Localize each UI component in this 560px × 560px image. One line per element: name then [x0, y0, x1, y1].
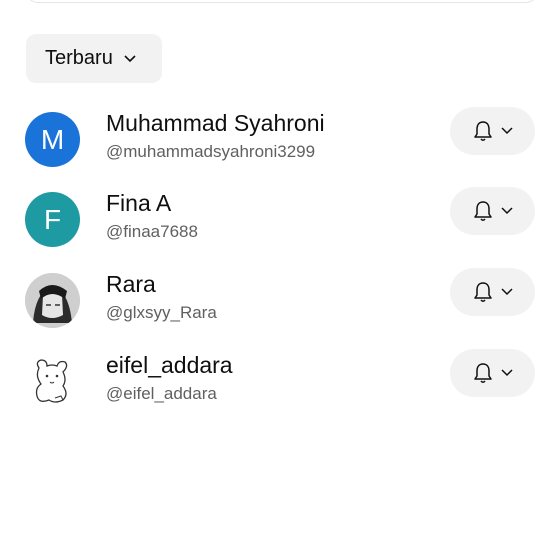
bell-icon [473, 121, 492, 141]
channel-row[interactable]: eifel_addara @eifel_addara [0, 349, 560, 432]
avatar-photo [25, 273, 80, 328]
avatar[interactable]: F [25, 192, 80, 247]
channel-name[interactable]: Rara [106, 271, 156, 298]
chevron-down-icon [124, 54, 136, 62]
sort-dropdown[interactable]: Terbaru [26, 34, 162, 83]
search-bar-edge[interactable] [26, 0, 538, 3]
sort-label: Terbaru [45, 47, 113, 69]
subscriptions-page: Terbaru M Muhammad Syahroni @muhammadsya… [0, 0, 560, 560]
channel-handle: @muhammadsyahroni3299 [106, 142, 316, 161]
notification-button[interactable] [450, 107, 535, 155]
chevron-down-icon [500, 207, 513, 215]
channel-name[interactable]: Fina A [106, 190, 171, 217]
chevron-down-icon [500, 369, 513, 377]
channel-name[interactable]: eifel_addara [106, 352, 233, 379]
notification-button[interactable] [450, 268, 535, 316]
chevron-down-icon [500, 127, 513, 135]
channel-row[interactable]: M Muhammad Syahroni @muhammadsyahroni329… [0, 107, 560, 190]
channel-handle: @glxsyy_Rara [106, 303, 217, 322]
channel-handle: @eifel_addara [106, 384, 217, 403]
channel-handle: @finaa7688 [106, 222, 198, 241]
bell-icon [473, 363, 492, 383]
avatar[interactable]: M [25, 112, 80, 167]
bell-icon [473, 282, 492, 302]
notification-button[interactable] [450, 349, 535, 397]
avatar[interactable] [25, 273, 80, 328]
avatar-sketch [25, 354, 80, 409]
avatar[interactable] [25, 354, 80, 409]
bell-icon [473, 201, 492, 221]
channel-row[interactable]: Rara @glxsyy_Rara [0, 268, 560, 351]
avatar-initial: M [40, 123, 65, 155]
channel-row[interactable]: F Fina A @finaa7688 [0, 187, 560, 270]
avatar-initial: F [43, 203, 62, 235]
notification-button[interactable] [450, 187, 535, 235]
chevron-down-icon [500, 288, 513, 296]
channel-name[interactable]: Muhammad Syahroni [106, 110, 325, 137]
